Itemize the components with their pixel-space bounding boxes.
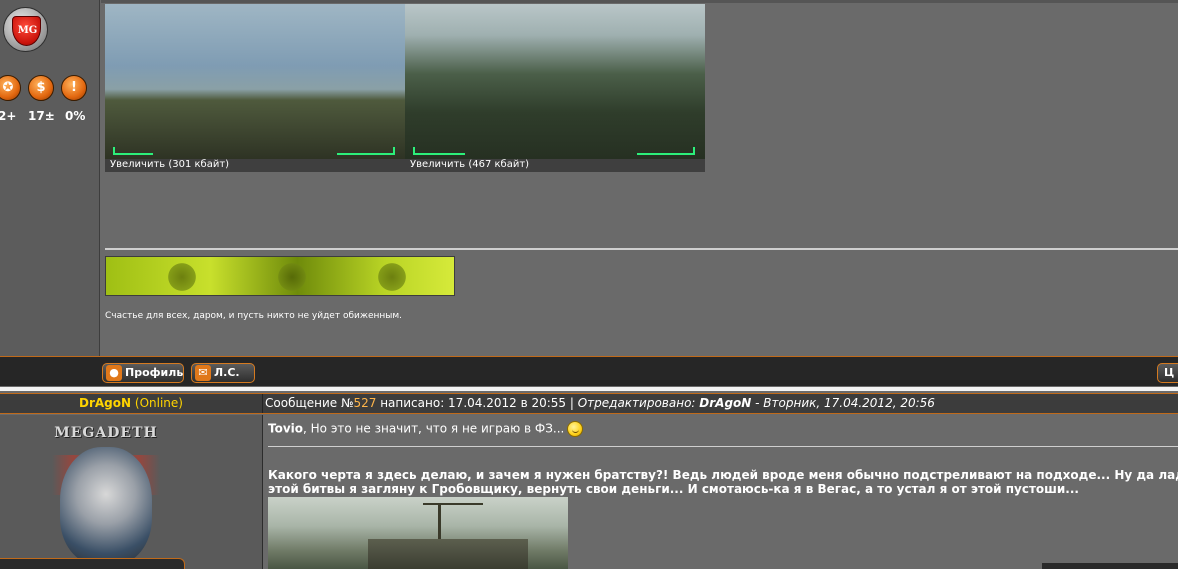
user-info-column: MG ✪ $ ! 2+ 17± 0% <box>0 0 100 356</box>
message-meta: Сообщение №527 написано: 17.04.2012 в 20… <box>265 394 935 413</box>
crane-shape <box>423 503 483 505</box>
attachment-thumbnail[interactable]: Увеличить (301 кбайт) <box>105 4 405 172</box>
avatar-title: MEGADETH <box>54 425 158 441</box>
avatar: MEGADETH <box>44 425 168 569</box>
hud-indicator <box>637 147 695 155</box>
reply-line: Tovio, Но это не значит, что я не играю … <box>268 421 584 437</box>
forum-page: MG ✪ $ ! 2+ 17± 0% Увеличить (301 кбайт)… <box>0 0 1178 569</box>
building-shape <box>368 539 528 569</box>
edited-by: DrAgoN <box>699 396 752 410</box>
shield-icon: MG <box>12 16 41 46</box>
online-status: (Online) <box>134 396 183 410</box>
logo-text: MG <box>17 25 38 36</box>
message-number-link[interactable]: 527 <box>353 396 376 410</box>
profile-button-label: Профиль <box>125 366 184 379</box>
post-image[interactable] <box>268 497 568 569</box>
avatar-figure <box>60 447 152 565</box>
message-written: написано: 17.04.2012 в 20:55 | <box>376 396 578 410</box>
signature-divider <box>105 248 1178 250</box>
post-body-line: Какого черта я здесь делаю, и зачем я ну… <box>268 468 1178 482</box>
group-logo: MG <box>3 7 48 52</box>
radiation-icon <box>276 261 308 293</box>
edited-when: - Вторник, 17.04.2012, 20:56 <box>751 396 935 410</box>
enlarge-link[interactable]: Увеличить (467 кбайт) <box>410 159 529 170</box>
reply-text: , Но это не значит, что я не играю в ФЗ.… <box>303 421 565 436</box>
envelope-icon: ✉ <box>195 365 211 381</box>
edited-label: Отредактировано: <box>577 396 700 410</box>
attachment-thumbnail[interactable]: Увеличить (467 кбайт) <box>405 4 705 172</box>
post-header: DrAgoN (Online) Сообщение №527 написано:… <box>0 393 1178 414</box>
post-separator <box>0 387 1178 391</box>
award-icon[interactable]: ✪ <box>0 75 21 101</box>
hud-indicator <box>413 147 465 155</box>
post-footer: ● Профиль ✉ Л.С. Ц <box>0 356 1178 386</box>
quote-button[interactable]: Ц <box>1157 363 1178 383</box>
hud-indicator <box>337 147 395 155</box>
message-label: Сообщение № <box>265 396 354 410</box>
reputation-count: 17± <box>28 109 55 123</box>
author-cell: DrAgoN (Online) <box>0 394 263 413</box>
rating-icon[interactable]: $ <box>28 75 54 101</box>
screenshot-image[interactable] <box>105 4 405 159</box>
warning-level: 0% <box>65 109 86 123</box>
warning-icon[interactable]: ! <box>61 75 87 101</box>
user-icon: ● <box>106 365 122 381</box>
quote-divider <box>268 446 1178 447</box>
profile-button[interactable]: ● Профиль <box>102 363 184 383</box>
award-count: 2+ <box>0 109 17 123</box>
smile-icon <box>567 421 584 437</box>
scroll-region <box>1042 563 1178 569</box>
user-info-column: MEGADETH <box>0 415 263 569</box>
post-content: Tovio, Но это не значит, что я не играю … <box>264 415 1178 569</box>
post-body: Какого черта я здесь делаю, и зачем я ну… <box>268 468 1178 496</box>
enlarge-link[interactable]: Увеличить (301 кбайт) <box>110 159 229 170</box>
author-nick[interactable]: DrAgoN <box>79 396 131 410</box>
post-body-line: этой битвы я загляну к Гробовщику, верну… <box>268 482 1079 496</box>
private-message-button[interactable]: ✉ Л.С. <box>191 363 255 383</box>
hud-indicator <box>113 147 153 155</box>
screenshot-image[interactable] <box>405 4 705 159</box>
pm-button-label: Л.С. <box>214 366 240 379</box>
radiation-icon <box>166 261 198 293</box>
signature-banner <box>105 256 455 296</box>
radiation-icon <box>376 261 408 293</box>
post-top-border <box>101 0 1178 3</box>
user-menu-tab[interactable] <box>0 558 185 569</box>
post-content: Увеличить (301 кбайт) Увеличить (467 кба… <box>101 0 1178 356</box>
signature-text: Счастье для всех, даром, и пусть никто н… <box>105 311 403 321</box>
reply-to-nick[interactable]: Tovio <box>268 422 303 436</box>
